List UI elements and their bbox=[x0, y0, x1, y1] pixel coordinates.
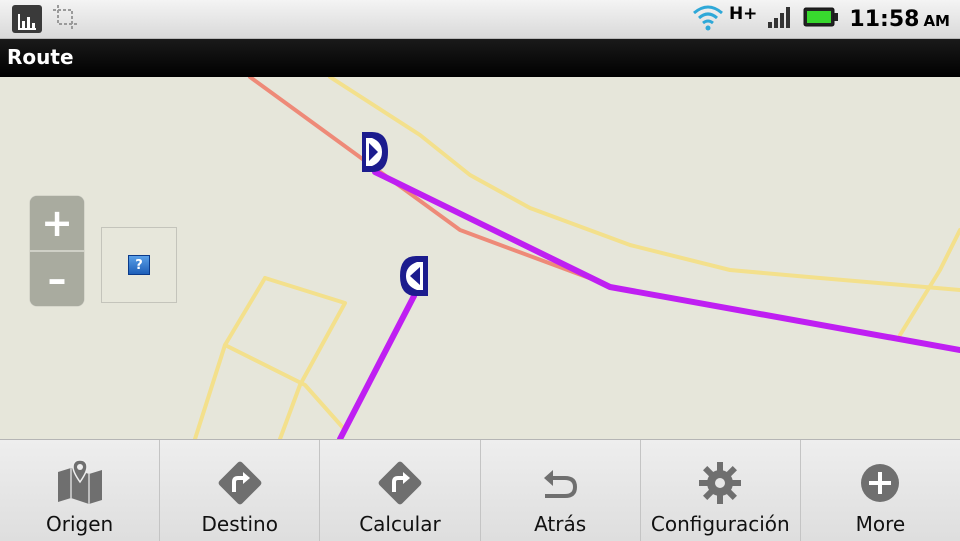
network-type: H+ bbox=[728, 4, 758, 24]
destination-marker-icon bbox=[362, 132, 388, 172]
menu-label: More bbox=[855, 512, 906, 536]
clock: 11:58 AM bbox=[849, 7, 950, 32]
help-icon[interactable]: ? bbox=[128, 255, 150, 275]
gear-icon bbox=[699, 462, 742, 504]
menu-item-more[interactable]: More bbox=[799, 440, 960, 541]
menu-item-origen[interactable]: Origen bbox=[0, 440, 159, 541]
map-pin-icon bbox=[57, 459, 102, 504]
menu-label: Origen bbox=[45, 512, 114, 536]
clock-time: 11:58 bbox=[849, 6, 920, 32]
zoom-in-button[interactable]: + bbox=[30, 196, 84, 250]
primary-road bbox=[248, 77, 602, 284]
status-bar: H+ 11:58 AM bbox=[0, 0, 960, 39]
route-line bbox=[337, 293, 417, 439]
app-chart-icon bbox=[12, 5, 42, 33]
menu-item-atras[interactable]: Atrás bbox=[479, 440, 640, 541]
menu-item-configuracion[interactable]: Configuración bbox=[639, 440, 800, 541]
map-view[interactable]: + – ? bbox=[0, 77, 960, 439]
signal-icon bbox=[767, 6, 793, 32]
menu-item-destino[interactable]: Destino bbox=[159, 440, 319, 541]
plus-circle-icon bbox=[861, 464, 900, 502]
turn-right-diamond-icon bbox=[218, 461, 262, 505]
title-bar: Route bbox=[0, 39, 960, 77]
crop-icon bbox=[52, 4, 78, 34]
options-menu: Origen Destino Calcular Atrás Configurac… bbox=[0, 439, 960, 541]
menu-label: Configuración bbox=[650, 512, 790, 536]
page-title: Route bbox=[7, 45, 74, 69]
turn-right-diamond-icon bbox=[378, 461, 422, 505]
clock-ampm: AM bbox=[923, 11, 950, 30]
menu-label: Atrás bbox=[534, 512, 587, 536]
origin-marker-icon bbox=[400, 256, 428, 296]
minor-road bbox=[223, 343, 347, 432]
zoom-out-button[interactable]: – bbox=[30, 252, 84, 306]
battery-icon bbox=[803, 6, 839, 32]
undo-arrow-icon bbox=[544, 470, 578, 498]
minor-road bbox=[898, 228, 960, 337]
route-line bbox=[372, 169, 960, 353]
wifi-icon bbox=[691, 3, 725, 35]
menu-label: Destino bbox=[201, 512, 278, 536]
menu-item-calcular[interactable]: Calcular bbox=[319, 440, 479, 541]
zoom-control: + – bbox=[30, 196, 84, 306]
menu-label: Calcular bbox=[359, 512, 441, 536]
